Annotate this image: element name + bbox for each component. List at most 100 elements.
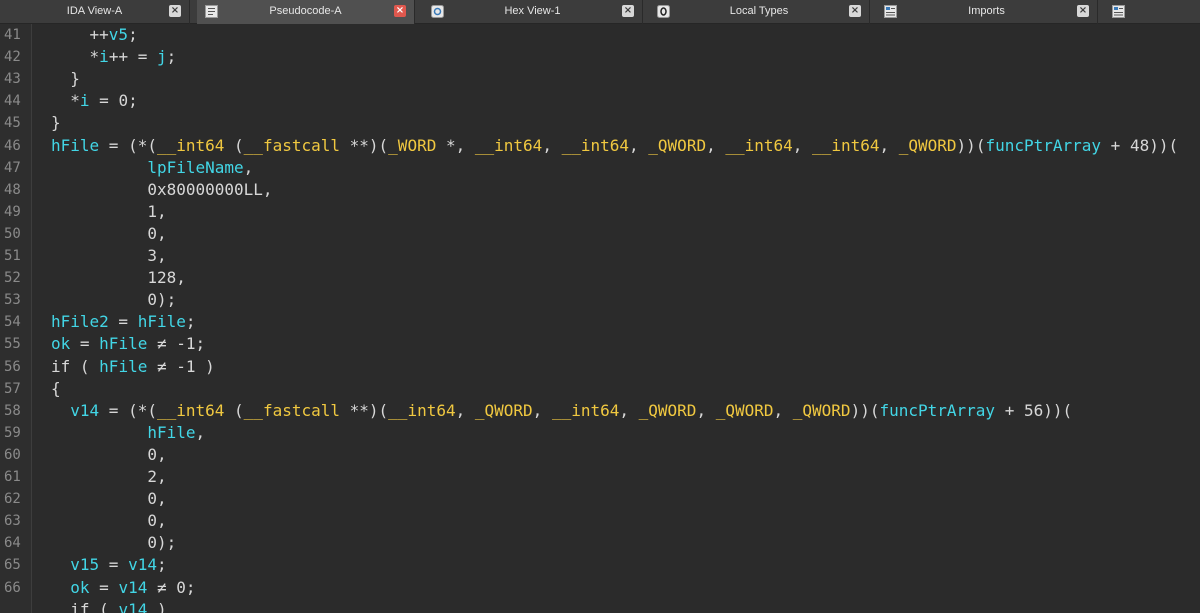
code-token[interactable]: if (70, 600, 89, 613)
identifier-token[interactable]: v5 (109, 25, 128, 44)
code-token: , (532, 400, 552, 420)
code-text[interactable]: *i = 0; (51, 90, 137, 112)
identifier-token[interactable]: ok (51, 334, 70, 353)
tab-hex-view-1[interactable]: Hex View-1 × (423, 0, 643, 24)
close-icon[interactable]: × (169, 5, 181, 17)
code-text[interactable]: 3, (51, 245, 166, 267)
code-token: *, (436, 135, 475, 155)
code-text[interactable]: hFile, (51, 422, 205, 444)
type-token[interactable]: __fastcall (244, 401, 340, 420)
code-text[interactable]: ok = v14 ≠ 0; (51, 577, 195, 599)
code-text[interactable]: 0, (51, 510, 166, 532)
code-text[interactable]: 0x80000000LL, (51, 179, 273, 201)
identifier-token[interactable]: j (157, 47, 167, 66)
code-text[interactable]: 0); (51, 532, 176, 554)
type-token[interactable]: _QWORD (716, 401, 774, 420)
close-icon[interactable]: × (1077, 5, 1089, 17)
code-text[interactable]: hFile = (*(__int64 (__fastcall **)(_WORD… (51, 135, 1178, 157)
code-text[interactable]: lpFileName, (51, 157, 253, 179)
code-text[interactable]: v15 = v14; (51, 554, 166, 576)
identifier-token[interactable]: hFile2 (51, 312, 109, 331)
code-text[interactable]: } (51, 68, 80, 90)
code-token: 0x80000000LL, (51, 179, 273, 199)
identifier-token[interactable]: lpFileName (147, 158, 243, 177)
identifier-token[interactable]: i (80, 91, 90, 110)
identifier-token[interactable]: hFile (99, 334, 147, 353)
code-text[interactable]: ok = hFile ≠ -1; (51, 333, 205, 355)
type-token[interactable]: __int64 (725, 136, 792, 155)
code-text[interactable]: v14 = (*(__int64 (__fastcall **)(__int64… (51, 400, 1072, 422)
code-token: , (243, 157, 254, 177)
identifier-token[interactable]: v14 (118, 600, 147, 613)
tab-local-types[interactable]: Local Types × (649, 0, 870, 24)
code-token: ))( (850, 400, 880, 420)
tab-ida-view-a[interactable]: IDA View-A × (0, 0, 190, 24)
tab-bar: IDA View-A × Pseudocode-A × Hex View-1 ×… (0, 0, 1200, 24)
code-text[interactable]: 0); (51, 289, 176, 311)
identifier-token[interactable]: hFile (147, 423, 195, 442)
identifier-token[interactable]: v14 (70, 401, 99, 420)
type-token[interactable]: _WORD (388, 136, 436, 155)
line-number: 46 (4, 137, 21, 154)
code-text[interactable]: ++v5; (51, 24, 138, 46)
line-number: 65 (4, 557, 21, 574)
identifier-token[interactable]: hFile (138, 312, 186, 331)
identifier-token[interactable]: funcPtrArray (985, 136, 1101, 155)
tab-pseudocode-a[interactable]: Pseudocode-A × (197, 0, 415, 24)
identifier-token[interactable]: hFile (51, 136, 99, 155)
code-text[interactable]: 2, (51, 466, 166, 488)
code-text[interactable]: if ( hFile ≠ -1 ) (51, 356, 215, 378)
code-token: = (70, 334, 100, 354)
type-token[interactable]: _QWORD (899, 136, 957, 155)
line-number: 54 (4, 314, 21, 331)
identifier-token[interactable]: ok (70, 578, 89, 597)
close-icon[interactable]: × (622, 5, 634, 17)
close-icon[interactable]: × (394, 5, 406, 17)
code-text[interactable]: 0, (51, 444, 167, 466)
code-text[interactable]: { (51, 378, 61, 400)
type-token[interactable]: _QWORD (475, 401, 533, 420)
tab-label: Imports (968, 5, 1005, 17)
code-token: ++ (51, 25, 109, 44)
identifier-token[interactable]: hFile (99, 357, 147, 376)
type-token[interactable]: _QWORD (648, 136, 706, 155)
type-token[interactable]: __int64 (157, 136, 224, 155)
code-text[interactable]: if ( v14 ) (51, 599, 167, 613)
type-token[interactable]: _QWORD (639, 401, 697, 420)
code-token: , (629, 135, 649, 155)
tab-exports[interactable] (1104, 0, 1200, 24)
code-token: 0, (51, 444, 167, 464)
identifier-token[interactable]: v14 (118, 578, 147, 597)
identifier-token[interactable]: i (99, 47, 109, 66)
identifier-token[interactable]: v14 (128, 555, 157, 574)
tab-imports[interactable]: Imports × (876, 0, 1098, 24)
code-token: ( (70, 356, 100, 376)
code-text[interactable]: 128, (51, 267, 186, 289)
identifier-token[interactable]: funcPtrArray (879, 401, 995, 420)
code-text[interactable]: *i++ = j; (51, 46, 177, 68)
type-token[interactable]: __int64 (812, 136, 879, 155)
type-token[interactable]: __int64 (562, 136, 629, 155)
identifier-token[interactable]: v15 (70, 555, 99, 574)
type-token[interactable]: __int64 (388, 401, 455, 420)
code-token[interactable]: if (51, 357, 70, 376)
close-icon[interactable]: × (849, 5, 861, 17)
code-text[interactable]: 0, (51, 223, 166, 245)
type-token[interactable]: __fastcall (244, 136, 340, 155)
code-text[interactable]: 1, (51, 201, 166, 223)
line-number: 47 (4, 159, 21, 176)
code-token: ( (89, 599, 119, 613)
pseudocode-editor[interactable]: 41 ++v5; 42 *i++ = j; 43 } 44 *i = 0; 45} 46 h… (0, 24, 1200, 613)
type-token[interactable]: _QWORD (793, 401, 851, 420)
type-token[interactable]: __int64 (157, 401, 224, 420)
type-token[interactable]: __int64 (552, 401, 619, 420)
code-token: ) (147, 599, 167, 613)
code-text[interactable]: } (51, 112, 61, 134)
code-text[interactable]: 0, (51, 488, 166, 510)
line-number: 43 (4, 71, 21, 88)
code-token: , (792, 135, 813, 155)
code-text[interactable]: hFile2 = hFile; (51, 311, 196, 333)
type-token[interactable]: __int64 (475, 136, 542, 155)
code-token: = (89, 577, 119, 597)
